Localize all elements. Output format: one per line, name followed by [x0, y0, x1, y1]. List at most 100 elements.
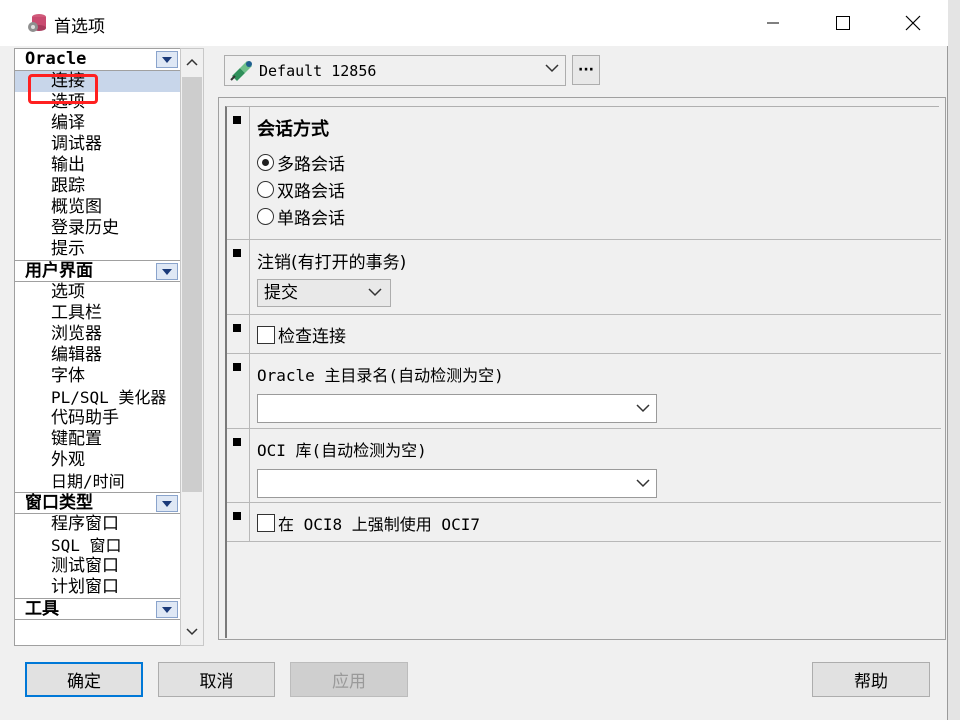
app-database-icon	[28, 14, 46, 32]
logoff-value: 提交	[264, 283, 298, 303]
selection-highlight-box	[28, 74, 98, 104]
session-mode-section: 会话方式 多路会话 双路会话 单路会话	[227, 107, 941, 240]
chevron-down-icon	[545, 64, 559, 73]
radio-button[interactable]	[257, 181, 274, 198]
logoff-content: 注销(有打开的事务) 提交	[257, 240, 933, 307]
collapse-toggle[interactable]	[156, 263, 178, 280]
radio-label: 单路会话	[277, 209, 345, 229]
scroll-up-button[interactable]	[181, 51, 203, 73]
section-marker	[233, 512, 241, 520]
oci-library-select[interactable]	[257, 469, 657, 498]
oracle-home-select[interactable]	[257, 394, 657, 423]
maximize-icon	[836, 16, 850, 30]
tree-item-logon-history[interactable]: 登录历史	[15, 218, 180, 239]
session-mode-content: 会话方式 多路会话 双路会话 单路会话	[257, 107, 933, 230]
collapse-toggle[interactable]	[156, 51, 178, 68]
triangle-down-icon	[162, 268, 172, 275]
oci-library-label: OCI 库(自动检测为空)	[257, 441, 427, 460]
minimize-button[interactable]	[738, 0, 808, 46]
check-connection-checkbox[interactable]	[257, 325, 275, 344]
tree-item-debugger[interactable]: 调试器	[15, 134, 180, 155]
oci-library-content: OCI 库(自动检测为空)	[257, 429, 933, 498]
section-marker	[233, 116, 241, 124]
section-divider	[249, 107, 250, 239]
triangle-down-icon	[162, 56, 172, 63]
profile-select[interactable]: Default 12856	[224, 55, 566, 86]
section-marker	[233, 438, 241, 446]
triangle-down-icon	[162, 606, 172, 613]
section-marker	[233, 324, 241, 332]
section-divider	[249, 354, 250, 428]
collapse-toggle[interactable]	[156, 601, 178, 618]
cancel-button[interactable]: 取消	[158, 662, 275, 697]
profile-value: Default 12856	[259, 61, 377, 80]
category-label: Oracle	[25, 49, 87, 69]
section-divider	[249, 315, 250, 353]
tree-item-profiler[interactable]: 概览图	[15, 197, 180, 218]
radio-dual-session[interactable]: 双路会话	[257, 176, 933, 203]
category-user-interface[interactable]: 用户界面	[15, 260, 180, 282]
radio-label: 双路会话	[277, 182, 345, 202]
radio-single-session[interactable]: 单路会话	[257, 203, 933, 230]
tree-item-output[interactable]: 输出	[15, 155, 180, 176]
category-label: 用户界面	[25, 261, 93, 281]
settings-list: 会话方式 多路会话 双路会话 单路会话 注销(有打开的事务) 提交 检查连接 O…	[225, 106, 941, 638]
section-marker	[233, 363, 241, 371]
window-title: 首选项	[54, 17, 105, 37]
scroll-down-button[interactable]	[181, 621, 203, 643]
chevron-up-icon	[186, 58, 198, 66]
ok-button[interactable]: 确定	[25, 662, 143, 697]
help-button[interactable]: 帮助	[812, 662, 930, 697]
tree-item-hints[interactable]: 提示	[15, 239, 180, 260]
close-button[interactable]	[878, 0, 948, 46]
apply-button[interactable]: 应用	[290, 662, 408, 697]
tree-item-plsql-beautifier[interactable]: PL/SQL 美化器	[15, 387, 180, 408]
settings-panel: 会话方式 多路会话 双路会话 单路会话 注销(有打开的事务) 提交 检查连接 O…	[218, 97, 946, 640]
scroll-thumb[interactable]	[182, 77, 202, 492]
oci-library-section: OCI 库(自动检测为空)	[227, 429, 941, 503]
oracle-home-section: Oracle 主目录名(自动检测为空)	[227, 354, 941, 429]
tree-scrollbar[interactable]	[180, 48, 204, 646]
tree-item-sql-window[interactable]: SQL 窗口	[15, 535, 180, 556]
chevron-down-icon	[636, 479, 650, 488]
logoff-section: 注销(有打开的事务) 提交	[227, 240, 941, 315]
tree-item-fonts[interactable]: 字体	[15, 366, 180, 387]
maximize-button[interactable]	[808, 0, 878, 46]
session-mode-title: 会话方式	[257, 119, 329, 140]
tree-item-date-time[interactable]: 日期/时间	[15, 471, 180, 492]
tree-item-editor[interactable]: 编辑器	[15, 345, 180, 366]
tree-item-test-window[interactable]: 测试窗口	[15, 556, 180, 577]
tree-item-browser[interactable]: 浏览器	[15, 324, 180, 345]
tree-item-plan-window[interactable]: 计划窗口	[15, 577, 180, 598]
tree-item-code-assistant[interactable]: 代码助手	[15, 408, 180, 429]
tree-item-ui-options[interactable]: 选项	[15, 282, 180, 303]
tree-item-program-window[interactable]: 程序窗口	[15, 514, 180, 535]
radio-button[interactable]	[257, 154, 274, 171]
tree-item-compiler[interactable]: 编译	[15, 113, 180, 134]
category-window-types[interactable]: 窗口类型	[15, 492, 180, 514]
check-connection-label: 检查连接	[278, 327, 346, 347]
oracle-home-content: Oracle 主目录名(自动检测为空)	[257, 354, 933, 423]
check-connection-checkbox-row[interactable]: 检查连接	[257, 315, 933, 354]
radio-multi-session[interactable]: 多路会话	[257, 149, 933, 176]
logoff-select[interactable]: 提交	[257, 279, 391, 307]
tree-item-trace[interactable]: 跟踪	[15, 176, 180, 197]
force-oci7-content: 在 OCI8 上强制使用 OCI7	[257, 503, 933, 542]
category-tools[interactable]: 工具	[15, 598, 180, 620]
radio-button[interactable]	[257, 208, 274, 225]
tree-item-appearance[interactable]: 外观	[15, 450, 180, 471]
preferences-window: 首选项 Oracle 连接 选项 编译 调试器 输出 跟踪 概览图 登录历史 提…	[0, 0, 948, 720]
category-oracle[interactable]: Oracle	[15, 49, 180, 71]
logoff-label: 注销(有打开的事务)	[257, 253, 407, 273]
triangle-down-icon	[162, 500, 172, 507]
force-oci7-label: 在 OCI8 上强制使用 OCI7	[278, 514, 480, 534]
check-connection-content: 检查连接	[257, 315, 933, 354]
tree-item-toolbar[interactable]: 工具栏	[15, 303, 180, 324]
profile-more-button[interactable]: ···	[572, 55, 600, 85]
collapse-toggle[interactable]	[156, 495, 178, 512]
tree-item-key-config[interactable]: 键配置	[15, 429, 180, 450]
force-oci7-checkbox-row[interactable]: 在 OCI8 上强制使用 OCI7	[257, 503, 933, 542]
minimize-icon	[767, 22, 779, 24]
force-oci7-checkbox[interactable]	[257, 513, 275, 532]
chevron-down-icon	[636, 404, 650, 413]
